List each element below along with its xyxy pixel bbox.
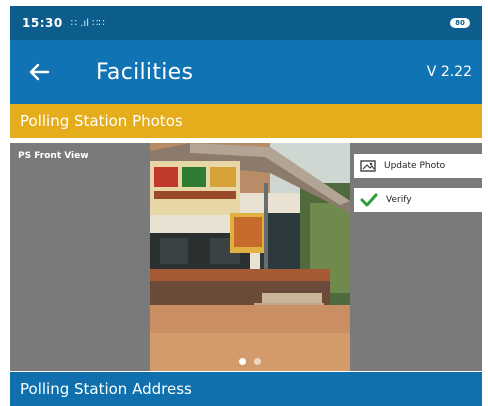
status-time: 15:30 <box>22 16 63 30</box>
verify-label: Verify <box>386 195 412 205</box>
phone-screen: 15:30 ∷ .ıl ∷∷ 80 Facilities V 2.22 Poll… <box>10 6 482 406</box>
update-photo-label: Update Photo <box>384 161 446 171</box>
arrow-left-icon <box>29 63 50 81</box>
photo-label: PS Front View <box>18 151 89 161</box>
polling-station-address-header[interactable]: Polling Station Address <box>10 372 482 406</box>
checkmark-icon <box>360 193 378 207</box>
app-version: V 2.22 <box>426 64 472 80</box>
photo-illustration <box>150 143 350 371</box>
photo-icon <box>360 160 376 172</box>
battery-icon: 80 <box>450 18 470 28</box>
carousel-dot[interactable] <box>239 358 246 365</box>
back-button[interactable] <box>10 40 68 104</box>
update-photo-button[interactable]: Update Photo <box>354 154 482 178</box>
polling-station-photo[interactable] <box>150 143 350 371</box>
verify-button[interactable]: Verify <box>354 188 482 212</box>
status-bar: 15:30 ∷ .ıl ∷∷ 80 <box>10 6 482 40</box>
carousel-dots <box>150 358 350 365</box>
polling-station-photos-header: Polling Station Photos <box>10 104 482 138</box>
carousel-dot[interactable] <box>254 358 261 365</box>
page-title: Facilities <box>96 59 194 85</box>
signal-icons: ∷ .ıl ∷∷ <box>70 17 105 29</box>
photo-panel: PS Front View Update Photo Verify <box>10 143 482 371</box>
app-bar: Facilities V 2.22 <box>10 40 482 104</box>
